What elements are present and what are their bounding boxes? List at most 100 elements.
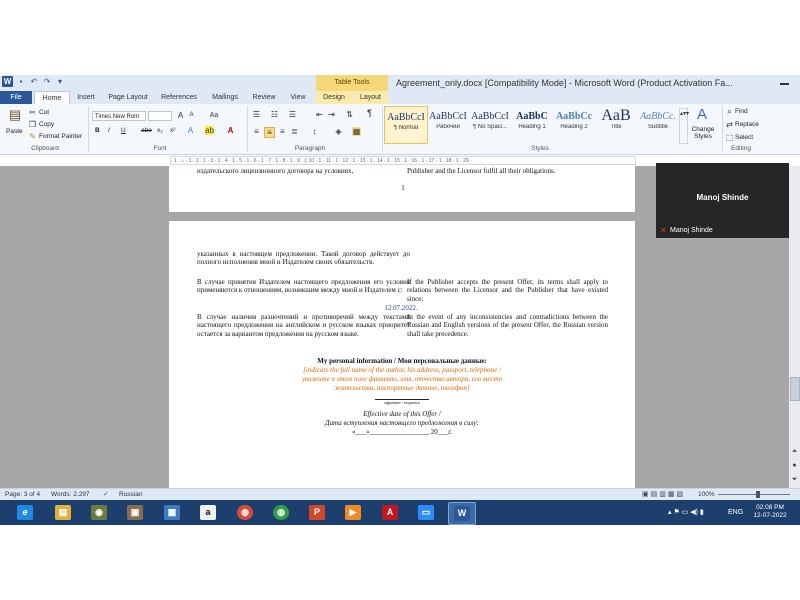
align-left-icon[interactable]: ≡ <box>252 127 261 136</box>
sort-icon[interactable]: ⇅ <box>345 110 354 119</box>
format-painter-button[interactable]: Format Painter <box>39 133 82 140</box>
taskbar-app[interactable]: ◉ <box>86 502 112 523</box>
taskbar-app[interactable]: A <box>377 502 403 523</box>
font-color-icon[interactable]: A <box>226 126 235 135</box>
taskbar-app[interactable]: ▤ <box>50 502 76 523</box>
view-buttons-icon[interactable]: ▣▤▥▦▧ <box>642 491 694 499</box>
replace-icon[interactable]: ⇄ <box>725 120 734 129</box>
cut-button[interactable]: Cut <box>39 109 49 116</box>
word-icon[interactable]: W <box>2 76 13 87</box>
style-subtitle[interactable]: AaBbCc. Subtitle <box>637 106 679 142</box>
style-normal[interactable]: AaBbCcI ¶ Normal <box>384 106 428 144</box>
superscript-button[interactable]: x² <box>170 127 175 134</box>
horizontal-ruler[interactable]: · 1 · ⌂ · 1 · 2 · 1 · 3 · 1 · 4 · 1 · 5 … <box>170 156 636 165</box>
justify-icon[interactable]: ≣ <box>290 127 299 136</box>
show-formatting-icon[interactable]: ¶ <box>365 109 374 118</box>
cut-icon[interactable]: ✂ <box>28 108 37 117</box>
scroll-thumb[interactable] <box>790 377 800 401</box>
tray-icons[interactable]: ▴ ⚑ ▭ ◀) ▮ <box>668 500 704 525</box>
select-button[interactable]: Select <box>735 134 753 141</box>
style-rabochiy[interactable]: AaBbCcI Рабочий <box>427 106 469 142</box>
taskbar-app[interactable]: ▶ <box>340 502 366 523</box>
style-heading-1[interactable]: AaBbC Heading 1 <box>511 106 553 142</box>
zoom-slider-thumb[interactable] <box>756 491 760 498</box>
style-no-spacing[interactable]: AaBbCcI ¶ No Spaci... <box>469 106 511 142</box>
replace-button[interactable]: Replace <box>735 121 759 128</box>
document-page-current[interactable]: указанных в настоящем предложении. Такой… <box>169 221 635 488</box>
window-controls[interactable] <box>770 75 800 91</box>
highlight-icon[interactable]: ab <box>205 126 214 135</box>
shading-icon[interactable]: ◈ <box>334 127 343 136</box>
zoom-level[interactable]: 100% <box>698 491 715 498</box>
previous-page-icon[interactable]: ⏶ <box>790 448 799 457</box>
copy-button[interactable]: Copy <box>39 121 54 128</box>
numbering-icon[interactable]: ☷ <box>270 110 279 119</box>
tab-design[interactable]: Design <box>316 91 352 104</box>
bullets-icon[interactable]: ☰ <box>252 110 261 119</box>
word-count[interactable]: Words: 2,297 <box>51 491 90 498</box>
proofing-icon[interactable]: ✓ <box>103 491 113 499</box>
align-center-icon[interactable]: ≡ <box>264 127 275 138</box>
bold-button[interactable]: B <box>95 127 100 134</box>
taskbar-app[interactable]: ◍ <box>268 502 294 523</box>
select-icon[interactable]: ⬚ <box>725 133 734 142</box>
undo-icon[interactable]: ↶ <box>29 77 39 87</box>
borders-icon[interactable]: ▦ <box>352 127 361 136</box>
tab-review[interactable]: Review <box>248 91 280 104</box>
italic-button[interactable]: I <box>108 127 110 134</box>
taskbar-app[interactable]: P <box>304 502 330 523</box>
find-button[interactable]: Find <box>735 108 748 115</box>
decrease-indent-icon[interactable]: ⇤ <box>315 110 324 119</box>
taskbar-app[interactable]: ◍ <box>232 502 258 523</box>
line-spacing-icon[interactable]: ↕ <box>310 127 319 136</box>
tab-view[interactable]: View <box>284 91 312 104</box>
strikethrough-button[interactable]: abe <box>141 127 152 134</box>
copy-icon[interactable]: ❐ <box>28 120 37 129</box>
tab-references[interactable]: References <box>156 91 202 104</box>
shrink-font-icon[interactable]: A <box>187 111 196 120</box>
tab-insert[interactable]: Insert <box>72 91 100 104</box>
underline-button[interactable]: U <box>121 127 126 134</box>
taskbar-app[interactable]: ▭ <box>413 502 439 523</box>
increase-indent-icon[interactable]: ⇥ <box>327 110 336 119</box>
video-call-tile[interactable]: Manoj Shinde ✕ Manoj Shinde <box>656 163 789 238</box>
language[interactable]: Russian <box>119 491 142 498</box>
font-name-box[interactable]: Times New Rom <box>92 111 146 121</box>
taskbar-app[interactable]: ▣ <box>122 502 148 523</box>
text-effects-icon[interactable]: A <box>186 126 195 135</box>
styles-scroll-icon[interactable]: ▴▾▾ <box>679 108 689 144</box>
change-styles-icon[interactable]: A <box>694 107 710 123</box>
clock[interactable]: 02:08 PM 12-07-2022 <box>750 504 790 520</box>
customize-icon[interactable]: ▾ <box>55 77 65 87</box>
keyboard-language[interactable]: ENG <box>728 500 743 525</box>
tab-page-layout[interactable]: Page Layout <box>104 91 152 104</box>
style-title[interactable]: AaB Title <box>595 106 637 142</box>
change-styles-button[interactable]: Change Styles <box>688 126 718 140</box>
vertical-scrollbar[interactable]: ⏶ ● ⏷ <box>789 166 800 488</box>
taskbar-app[interactable]: ▦ <box>159 502 185 523</box>
paste-icon[interactable]: ▤ <box>8 108 22 126</box>
tab-layout[interactable]: Layout <box>353 91 388 104</box>
tab-home[interactable]: Home <box>34 91 70 104</box>
minimize-icon[interactable] <box>770 75 800 91</box>
next-page-icon[interactable]: ⏷ <box>790 476 799 485</box>
taskbar-app[interactable]: e <box>12 502 38 523</box>
browse-object-icon[interactable]: ● <box>790 462 799 471</box>
taskbar-app[interactable]: a <box>195 502 221 523</box>
change-case-icon[interactable]: Aa <box>207 111 221 120</box>
save-icon[interactable]: ▪ <box>16 77 26 87</box>
find-icon[interactable]: ⌕ <box>725 107 734 116</box>
tab-mailings[interactable]: Mailings <box>206 91 244 104</box>
style-heading-2[interactable]: AaBbCc Heading 2 <box>553 106 595 142</box>
font-size-box[interactable] <box>148 111 172 121</box>
subscript-button[interactable]: x₂ <box>157 127 163 134</box>
align-right-icon[interactable]: ≡ <box>278 127 287 136</box>
taskbar-app-active[interactable]: W <box>448 502 476 525</box>
page-count[interactable]: Page: 3 of 4 <box>5 491 40 498</box>
redo-icon[interactable]: ↷ <box>42 77 52 87</box>
format-painter-icon[interactable]: ✎ <box>28 132 37 141</box>
zoom-slider[interactable] <box>718 494 790 495</box>
multilevel-list-icon[interactable]: ☰ <box>288 110 297 119</box>
tab-file[interactable]: File <box>0 91 32 104</box>
paste-button[interactable]: Paste <box>6 128 23 135</box>
